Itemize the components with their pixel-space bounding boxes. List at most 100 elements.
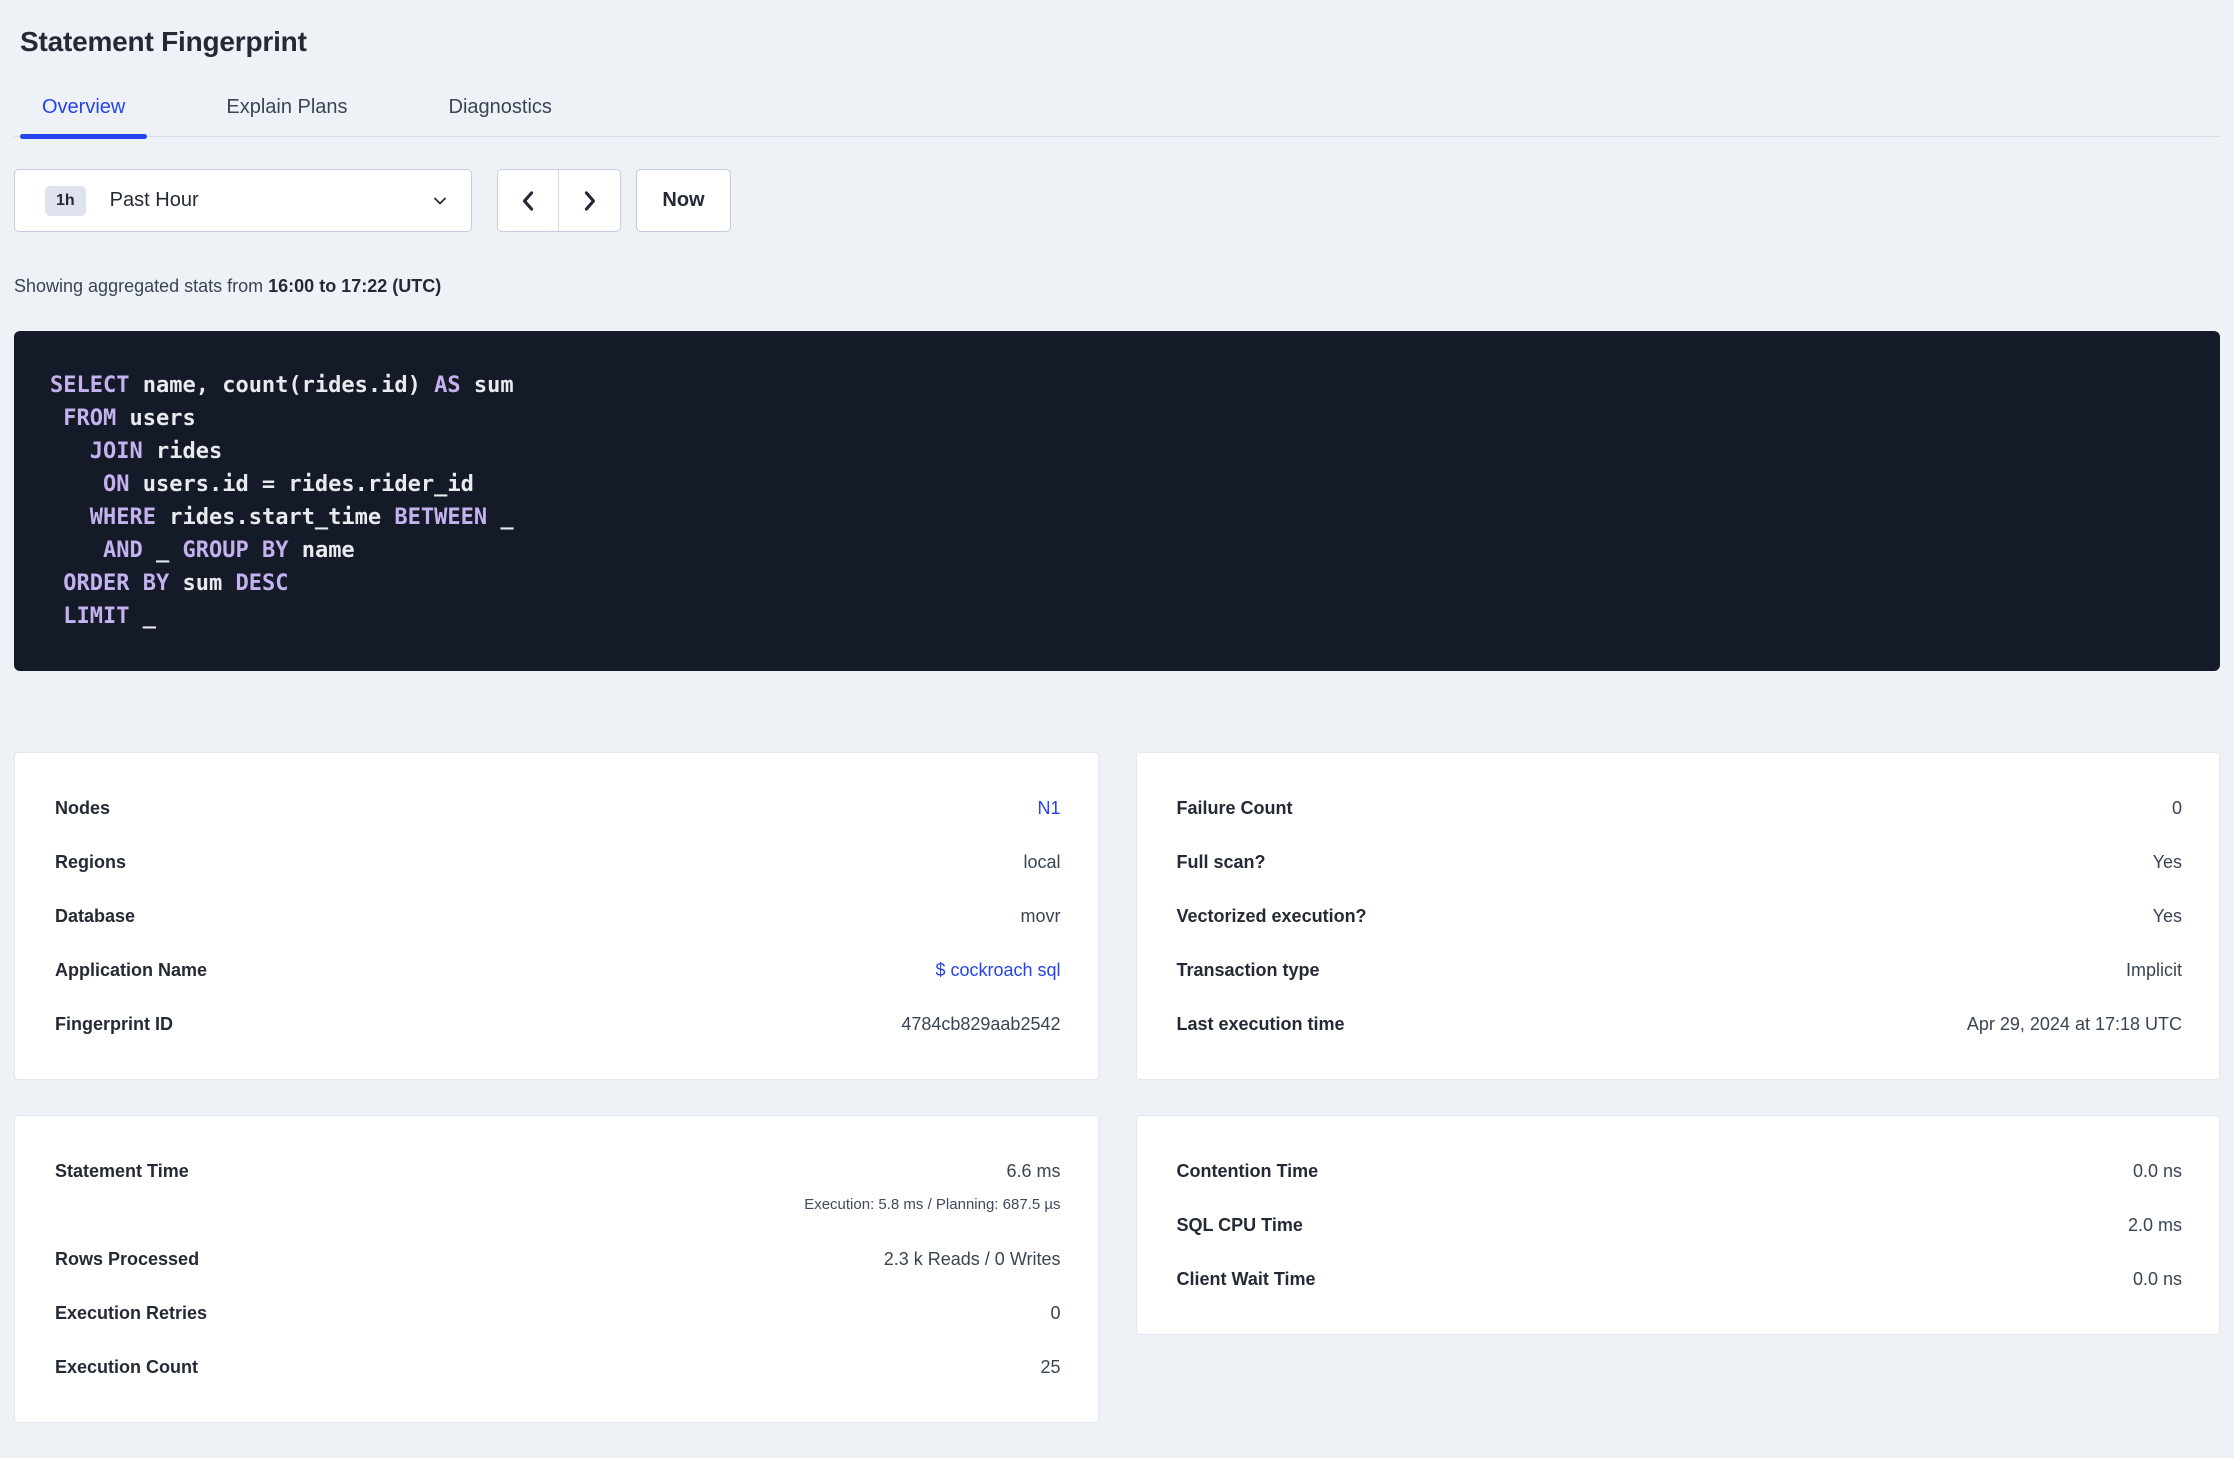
sql-line: WHERE rides.start_time BETWEEN _	[89, 505, 514, 530]
info-row: Failure Count 0	[1177, 781, 2183, 835]
info-value-wrap: 2.0 ms	[2128, 1213, 2182, 1237]
info-label: Fingerprint ID	[55, 1014, 173, 1034]
info-label: Client Wait Time	[1176, 1269, 1316, 1289]
info-row: SQL CPU Time 2.0 ms	[1177, 1198, 2183, 1252]
info-label: Execution Retries	[55, 1303, 208, 1323]
info-label: Rows Processed	[55, 1249, 200, 1269]
execution-attributes-card: Failure Count 0 Full scan? Yes Vectorized ex…	[1135, 752, 2220, 1080]
info-value: 0.0 ns	[2132, 1269, 2182, 1289]
aggregated-stats-line: Showing aggregated stats from 16:00 to 1…	[14, 276, 2220, 297]
info-value-subtext: Execution: 5.8 ms / Planning: 687.5 µs	[804, 1196, 1061, 1213]
sql-line: LIMIT _	[63, 604, 156, 629]
info-row: Application Name $ cockroach sql	[55, 943, 1061, 997]
time-step-buttons	[497, 169, 621, 232]
info-value-wrap: local	[1023, 850, 1060, 874]
now-button[interactable]: Now	[636, 169, 731, 232]
info-row: Last execution time Apr 29, 2024 at 17:18…	[1177, 997, 2183, 1051]
info-value-wrap: 0.0 ns	[2133, 1267, 2182, 1291]
sql-line: ON users.id = rides.rider_id	[102, 472, 474, 497]
info-label: Vectorized execution?	[1176, 906, 1367, 926]
info-value-wrap: $ cockroach sql	[935, 958, 1060, 982]
info-value-wrap: Yes	[2153, 850, 2182, 874]
info-row: Contention Time 0.0 ns	[1177, 1144, 2183, 1198]
tab-diagnostics[interactable]: Diagnostics	[427, 96, 574, 136]
info-row: Nodes N1	[55, 781, 1061, 835]
info-value-wrap: Yes	[2153, 904, 2182, 928]
info-value-link[interactable]: $ cockroach sql	[935, 960, 1060, 980]
info-value: 0.0 ns	[2132, 1161, 2182, 1181]
info-value: 6.6 ms	[1006, 1161, 1061, 1181]
info-value-wrap: 0.0 ns	[2133, 1159, 2182, 1183]
info-value-wrap: 0	[2172, 796, 2182, 820]
info-value: Implicit	[2125, 960, 2182, 980]
info-label: Last execution time	[1176, 1014, 1345, 1034]
info-label: Database	[55, 906, 136, 926]
sql-line: FROM users	[63, 406, 196, 431]
summary-cards: Nodes N1 Regions local Database movr Applicati…	[14, 752, 2220, 1423]
info-label: Application Name	[55, 960, 208, 980]
info-value-link[interactable]: N1	[1037, 798, 1060, 818]
sql-statement-box: SELECT name, count(rides.id) AS sum FROM…	[14, 331, 2220, 671]
info-value: 25	[1040, 1357, 1061, 1377]
info-value-wrap: movr	[1021, 904, 1061, 928]
previous-interval-button[interactable]	[498, 170, 559, 231]
info-row: Rows Processed 2.3 k Reads / 0 Writes	[55, 1232, 1061, 1286]
wait-timing-card: Contention Time 0.0 ns SQL CPU Time 2.0 ms C…	[1135, 1115, 2220, 1335]
info-value: Yes	[2152, 906, 2182, 926]
tab-explain-plans[interactable]: Explain Plans	[204, 96, 369, 136]
info-value-wrap: 0	[1050, 1301, 1060, 1325]
info-value-wrap: 2.3 k Reads / 0 Writes	[884, 1247, 1061, 1271]
info-label: Failure Count	[1176, 798, 1293, 818]
time-range-label: Past Hour	[109, 189, 199, 211]
info-row: Execution Count 25	[55, 1340, 1061, 1394]
info-value: Yes	[2152, 852, 2182, 872]
info-value: 0	[1050, 1303, 1061, 1323]
sql-line: ORDER BY sum DESC	[63, 571, 289, 596]
sql-line: JOIN rides	[89, 439, 223, 464]
info-value: movr	[1020, 906, 1061, 926]
info-row: Statement Time 6.6 ms Execution: 5.8 ms / …	[55, 1144, 1061, 1232]
info-row: Client Wait Time 0.0 ns	[1177, 1252, 2183, 1306]
chevron-left-icon	[518, 189, 538, 213]
info-value-wrap: 6.6 ms Execution: 5.8 ms / Planning: 687.…	[804, 1159, 1060, 1217]
info-row: Transaction type Implicit	[1177, 943, 2183, 997]
info-value-wrap: N1	[1037, 796, 1060, 820]
info-label: Statement Time	[55, 1161, 189, 1181]
info-value: 2.0 ms	[2127, 1215, 2182, 1235]
info-row: Regions local	[55, 835, 1061, 889]
statement-timing-card: Statement Time 6.6 ms Execution: 5.8 ms / …	[14, 1115, 1099, 1423]
info-row: Database movr	[55, 889, 1061, 943]
info-label: Regions	[55, 852, 127, 872]
overview-details-card: Nodes N1 Regions local Database movr Applicati…	[14, 752, 1099, 1080]
info-row: Full scan? Yes	[1177, 835, 2183, 889]
sql-line: AND _ GROUP BY name	[102, 538, 355, 563]
info-row: Execution Retries 0	[55, 1286, 1061, 1340]
info-value-wrap: 25	[1040, 1355, 1060, 1379]
info-row: Vectorized execution? Yes	[1177, 889, 2183, 943]
info-label: Execution Count	[55, 1357, 198, 1377]
info-label: Nodes	[55, 798, 111, 818]
page-title: Statement Fingerprint	[20, 26, 307, 57]
time-range-picker[interactable]: 1h Past Hour	[14, 169, 472, 232]
tab-overview[interactable]: Overview	[20, 96, 148, 139]
info-value: 2.3 k Reads / 0 Writes	[883, 1249, 1061, 1269]
info-value: 0	[2171, 798, 2182, 818]
next-interval-button[interactable]	[559, 170, 620, 231]
info-value-wrap: Implicit	[2126, 958, 2182, 982]
sql-line: SELECT name, count(rides.id) AS sum	[50, 373, 514, 398]
info-value: local	[1023, 852, 1061, 872]
info-value: 4784cb829aab2542	[901, 1014, 1061, 1034]
statement-fingerprint-page: Statement Fingerprint Overview Explain P…	[0, 0, 2234, 1458]
chevron-right-icon	[580, 189, 600, 213]
info-value: Apr 29, 2024 at 17:18 UTC	[1966, 1014, 2182, 1034]
info-label: Transaction type	[1176, 960, 1320, 980]
time-controls: 1h Past Hour Now	[14, 169, 2220, 232]
stats-line-prefix: Showing aggregated stats from	[14, 276, 269, 296]
info-label: SQL CPU Time	[1176, 1215, 1303, 1235]
time-range-badge: 1h	[45, 185, 86, 216]
info-label: Full scan?	[1176, 852, 1266, 872]
info-value-wrap: 4784cb829aab2542	[901, 1012, 1060, 1036]
info-row: Fingerprint ID 4784cb829aab2542	[55, 997, 1061, 1051]
stats-line-range: 16:00 to 17:22 (UTC)	[268, 276, 442, 296]
info-value-wrap: Apr 29, 2024 at 17:18 UTC	[1967, 1012, 2182, 1036]
